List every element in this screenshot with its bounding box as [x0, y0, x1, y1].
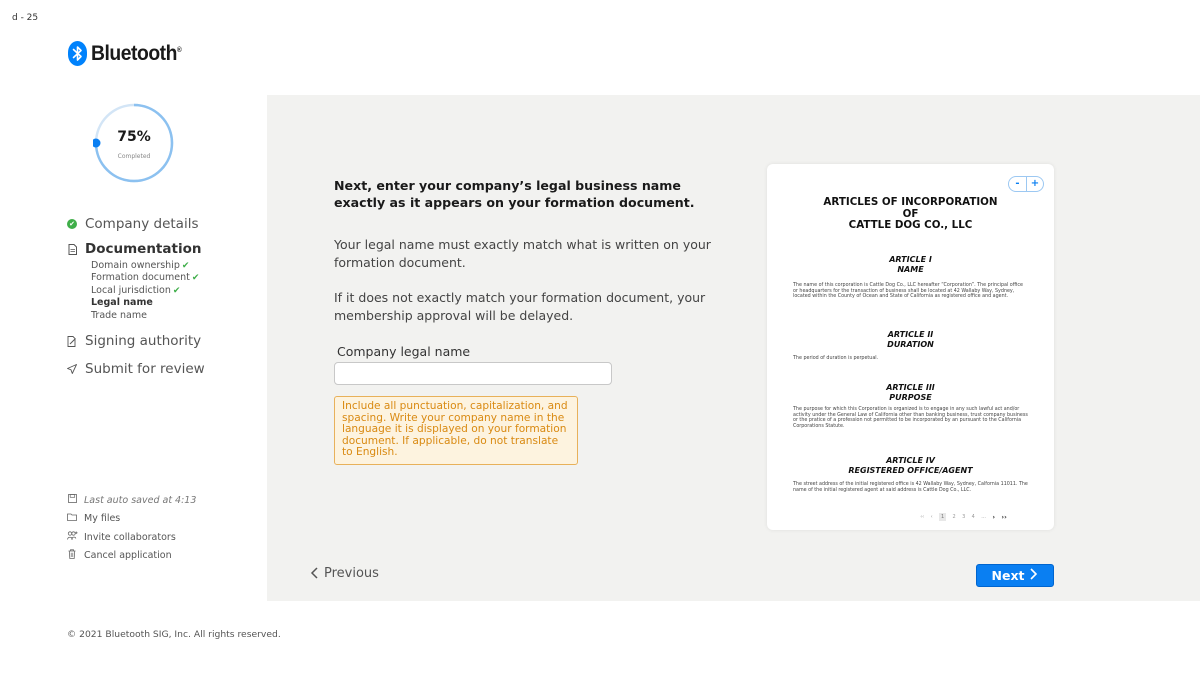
progress-label: Completed: [117, 153, 151, 160]
page-4-button[interactable]: 4: [972, 514, 975, 520]
company-legal-name-input[interactable]: [334, 362, 612, 385]
progress-ring: 75% Completed: [91, 102, 175, 184]
check-icon: ✔: [181, 261, 190, 271]
check-circle-icon: ✔: [67, 219, 77, 229]
utility-links: Last auto saved at 4:13 My files Invite …: [67, 491, 196, 565]
prev-page-button[interactable]: ‹: [931, 514, 933, 520]
page-id: d - 25: [12, 13, 39, 23]
step-label: Signing authority: [85, 333, 202, 350]
step-company-details[interactable]: ✔ Company details: [67, 215, 205, 233]
document-pager: ‹‹ ‹ 1 2 3 4 ... › ››: [917, 513, 1010, 521]
zoom-out-button[interactable]: -: [1009, 177, 1026, 191]
copyright-footer: © 2021 Bluetooth SIG, Inc. All rights re…: [67, 629, 281, 640]
instruction-text: Your legal name must exactly match what …: [334, 237, 711, 270]
page-2-button[interactable]: 2: [953, 514, 956, 520]
article-heading: ARTICLE III PURPOSE: [886, 383, 935, 402]
article-body: The period of duration is perpetual.: [793, 356, 879, 361]
signature-icon: [67, 335, 77, 347]
bluetooth-rune-icon: [68, 41, 87, 66]
zoom-controls: - +: [1008, 176, 1044, 192]
document-icon: [67, 243, 77, 255]
step-nav: ✔ Company details Documentation Domain o…: [67, 215, 205, 378]
article-heading: ARTICLE II DURATION: [887, 330, 934, 349]
page-3-button[interactable]: 3: [962, 514, 965, 520]
article-heading: ARTICLE IV REGISTERED OFFICE/AGENT: [848, 456, 973, 475]
chevron-left-icon: [310, 564, 318, 583]
company-legal-name-label: Company legal name: [337, 344, 471, 359]
step-label: Submit for review: [85, 361, 205, 378]
formation-document-preview: - + ARTICLES OF INCORPORATION OF CATTLE …: [767, 164, 1054, 530]
input-hint: Include all punctuation, capitalization,…: [334, 396, 578, 465]
next-button[interactable]: Next: [976, 564, 1054, 587]
article-heading: ARTICLE I NAME: [889, 255, 932, 274]
check-icon: ✔: [172, 285, 181, 296]
step-label: Documentation: [85, 241, 202, 257]
first-page-button[interactable]: ‹‹: [920, 514, 924, 520]
save-icon: [67, 494, 77, 506]
previous-label: Previous: [324, 566, 379, 581]
autosave-status: Last auto saved at 4:13: [67, 491, 196, 510]
my-files-link[interactable]: My files: [67, 510, 196, 529]
progress-percent: 75%: [117, 129, 151, 145]
substep-local-jurisdiction[interactable]: Local jurisdiction ✔: [91, 285, 205, 297]
brand-name: Bluetooth®: [91, 41, 182, 65]
article-body: The street address of the initial regist…: [793, 482, 1028, 493]
add-people-icon: [67, 531, 78, 543]
previous-button[interactable]: Previous: [310, 564, 379, 583]
step-label: Company details: [85, 216, 199, 232]
page-heading: Next, enter your company’s legal busines…: [334, 178, 695, 210]
substep-trade-name[interactable]: Trade name: [91, 310, 205, 322]
folder-icon: [67, 513, 77, 524]
invite-collaborators-link[interactable]: Invite collaborators: [67, 528, 196, 547]
documentation-substeps: Domain ownership ✔ Formation document ✔ Lo…: [91, 260, 205, 322]
main-panel: Next, enter your company’s legal busines…: [267, 95, 1200, 601]
next-page-button[interactable]: ›: [992, 513, 995, 521]
substep-legal-name[interactable]: Legal name: [91, 297, 205, 309]
article-body: The purpose for which this Corporation i…: [793, 407, 1028, 430]
step-documentation[interactable]: Documentation: [67, 240, 205, 258]
zoom-in-button[interactable]: +: [1026, 177, 1043, 191]
cancel-application-link[interactable]: Cancel application: [67, 547, 196, 566]
substep-domain-ownership[interactable]: Domain ownership ✔: [91, 260, 205, 272]
last-page-button[interactable]: ››: [1001, 513, 1006, 521]
substep-formation-document[interactable]: Formation document ✔: [91, 272, 205, 284]
step-submit-for-review[interactable]: Submit for review: [67, 360, 205, 378]
chevron-right-icon: [1030, 567, 1038, 584]
document-title: ARTICLES OF INCORPORATION OF CATTLE DOG …: [823, 196, 998, 231]
step-signing-authority[interactable]: Signing authority: [67, 332, 205, 350]
article-body: The name of this corporation is Cattle D…: [793, 283, 1023, 300]
check-icon: ✔: [191, 273, 200, 284]
pager-ellipsis: ...: [981, 514, 986, 520]
warning-text: If it does not exactly match your format…: [334, 290, 706, 323]
next-label: Next: [991, 568, 1025, 583]
bluetooth-logo: Bluetooth®: [68, 41, 189, 66]
trash-icon: [67, 549, 77, 562]
page-1-button[interactable]: 1: [938, 513, 947, 521]
send-icon: [67, 364, 77, 374]
